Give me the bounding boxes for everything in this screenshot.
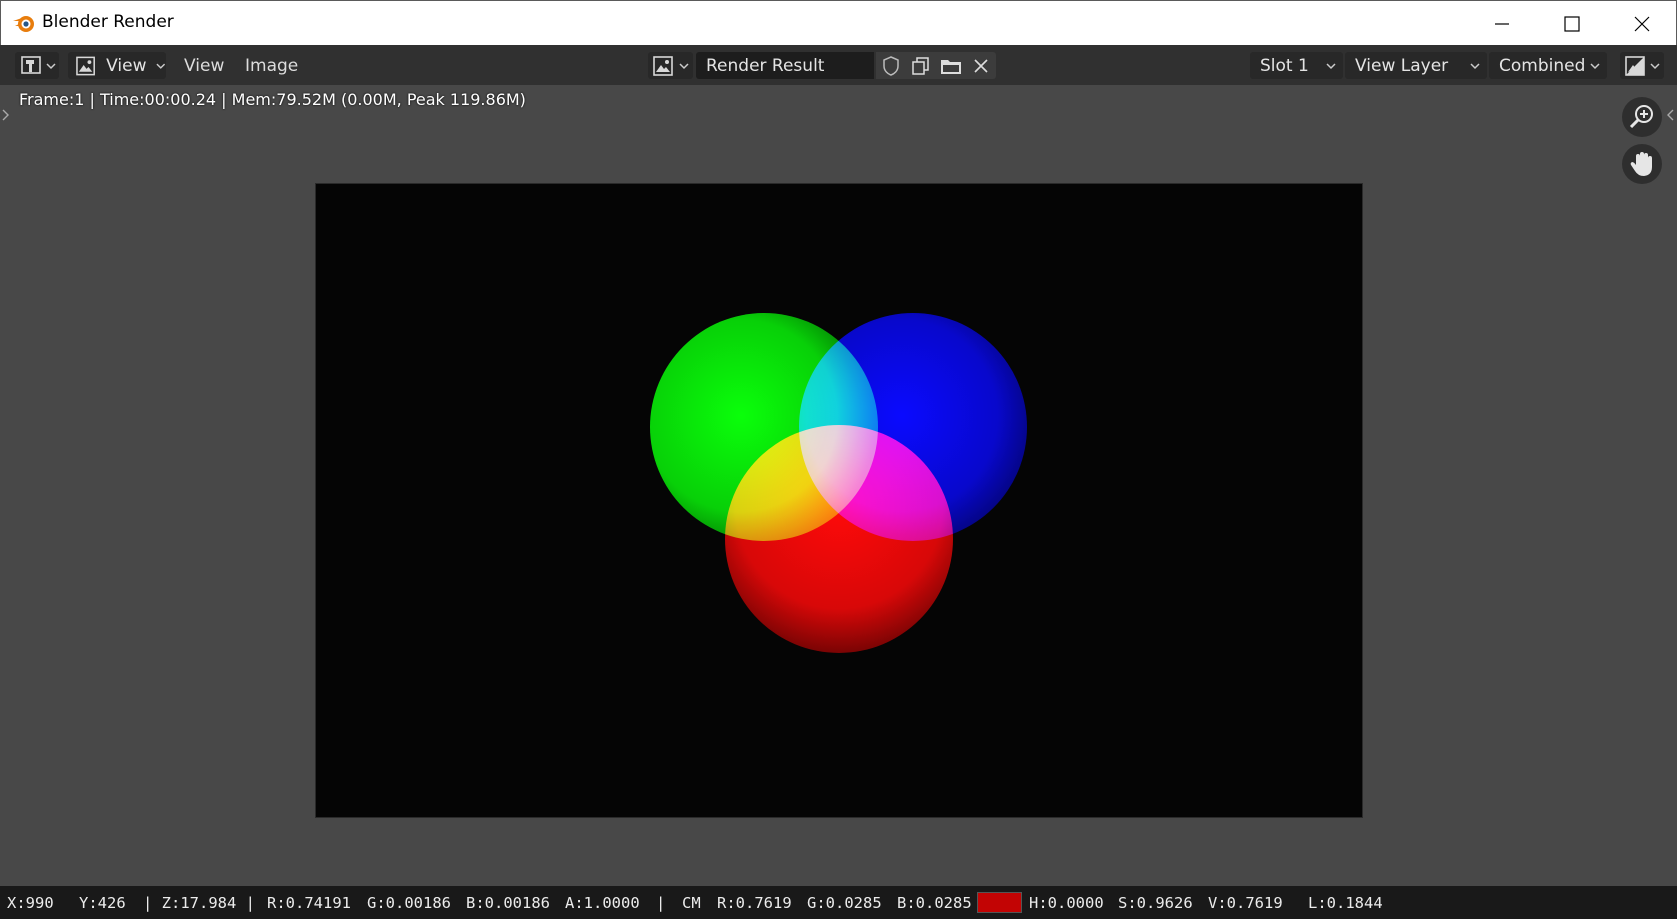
chevron-down-icon	[1650, 62, 1660, 69]
image-icon	[653, 55, 673, 76]
menu-view[interactable]: View	[184, 52, 224, 79]
image-viewport[interactable]: Frame:1 | Time:00:00.24 | Mem:79.52M (0.…	[0, 85, 1677, 886]
pan-button[interactable]	[1622, 144, 1662, 184]
editor-type-icon	[21, 55, 41, 74]
status-b: B:0.00186	[466, 894, 550, 912]
slot-dropdown[interactable]: Slot 1	[1250, 52, 1343, 79]
maximize-icon	[1564, 15, 1580, 32]
pan-hand-icon	[1630, 152, 1652, 176]
zoom-icon	[1629, 105, 1653, 129]
render-pass-label: Combined	[1499, 55, 1586, 76]
menu-image[interactable]: Image	[245, 52, 298, 79]
toolbar-expand-arrow-icon[interactable]	[1, 108, 11, 122]
fake-user-button[interactable]	[876, 52, 906, 79]
sidebar-expand-arrow-icon[interactable]	[1665, 108, 1675, 122]
status-l: L:0.1844	[1308, 894, 1383, 912]
blender-logo-icon	[13, 16, 34, 32]
chevron-down-icon	[46, 62, 56, 69]
close-button[interactable]	[1607, 1, 1677, 46]
status-a: A:1.0000	[565, 894, 640, 912]
new-image-button[interactable]	[906, 52, 936, 79]
status-h: H:0.0000	[1029, 894, 1104, 912]
display-channels-dropdown[interactable]	[1620, 52, 1664, 79]
status-cm: CM	[682, 894, 701, 912]
status-x: X:990	[7, 894, 54, 912]
status-z: | Z:17.984 |	[143, 894, 255, 912]
new-image-icon	[912, 56, 929, 75]
slot-label: Slot 1	[1260, 55, 1309, 76]
window-title: Blender Render	[42, 12, 174, 32]
image-icon	[76, 56, 95, 75]
chevron-down-icon	[155, 63, 165, 69]
status-y: Y:426	[79, 894, 126, 912]
render-info-text: Frame:1 | Time:00:00.24 | Mem:79.52M (0.…	[19, 90, 526, 109]
display-channels-icon	[1625, 55, 1645, 76]
view-mode-dropdown[interactable]: View	[68, 52, 166, 79]
maximize-button[interactable]	[1537, 1, 1607, 46]
status-g: G:0.00186	[367, 894, 451, 912]
status-v: V:0.7619	[1208, 894, 1283, 912]
rgb-circles-render	[650, 313, 1027, 653]
editor-type-dropdown[interactable]	[15, 52, 59, 79]
minimize-icon	[1495, 22, 1509, 25]
status-cm-g: G:0.0285	[807, 894, 882, 912]
pixel-info-status-bar: X:990 Y:426 | Z:17.984 | R:0.74191 G:0.0…	[0, 886, 1677, 919]
browse-image-dropdown[interactable]	[648, 52, 693, 79]
image-name-field[interactable]: Render Result	[696, 52, 874, 79]
open-image-button[interactable]	[936, 52, 966, 79]
unlink-icon	[974, 58, 988, 73]
close-icon	[1634, 16, 1650, 31]
unlink-image-button[interactable]	[966, 52, 996, 79]
color-swatch	[977, 892, 1022, 913]
zoom-button[interactable]	[1622, 97, 1662, 137]
image-editor-header: View View Image Render Result Slot 1 Vie…	[0, 45, 1677, 85]
title-bar: Blender Render	[0, 0, 1677, 45]
open-image-icon	[941, 59, 961, 74]
status-s: S:0.9626	[1118, 894, 1193, 912]
status-separator: |	[656, 894, 666, 912]
image-name-value: Render Result	[706, 55, 825, 76]
render-result-image[interactable]	[315, 183, 1363, 818]
view-mode-label: View	[106, 55, 147, 76]
status-cm-b: B:0.0285	[897, 894, 972, 912]
chevron-down-icon	[1470, 62, 1480, 69]
chevron-down-icon	[679, 62, 689, 69]
view-layer-label: View Layer	[1355, 55, 1449, 76]
chevron-down-icon	[1326, 62, 1336, 69]
chevron-down-icon	[1590, 62, 1600, 69]
status-r: R:0.74191	[267, 894, 351, 912]
minimize-button[interactable]	[1467, 1, 1537, 46]
fake-user-shield-icon	[883, 55, 899, 76]
render-pass-dropdown[interactable]: Combined	[1489, 52, 1607, 79]
view-layer-dropdown[interactable]: View Layer	[1345, 52, 1487, 79]
status-cm-r: R:0.7619	[717, 894, 792, 912]
